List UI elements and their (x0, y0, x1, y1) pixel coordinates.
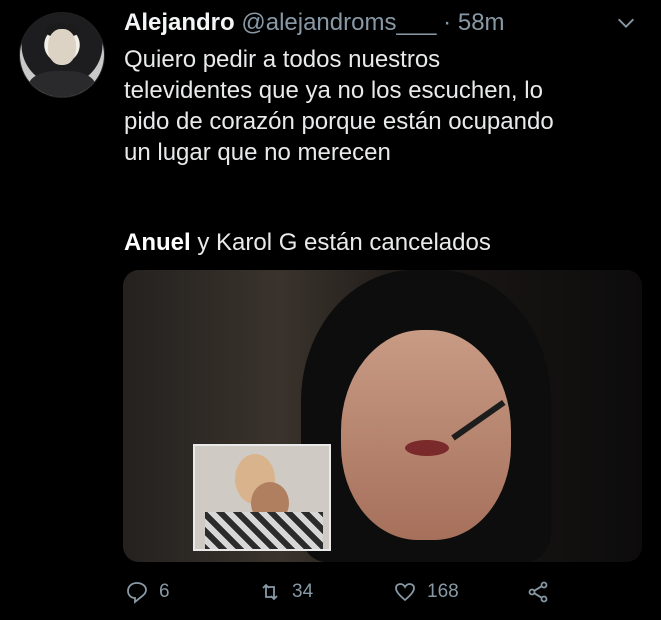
media-inset-photo (193, 444, 331, 551)
avatar-face (48, 29, 76, 65)
avatar-shirt (28, 71, 96, 97)
bold-word: Anuel (124, 229, 191, 256)
author-name[interactable]: Alejandro (124, 9, 235, 36)
separator-dot: · (443, 9, 452, 36)
tweet-text-line: televidentes que ya no los escuchen, lo (124, 77, 543, 104)
share-button[interactable] (526, 580, 550, 604)
tweet-text-line-2: Anuel y Karol G están cancelados (124, 227, 491, 258)
tweet-text-line: Quiero pedir a todos nuestros (124, 46, 441, 73)
tweet-text-line: un lugar que no merecen (124, 139, 391, 166)
tweet-body: Quiero pedir a todos nuestros televident… (124, 44, 644, 168)
author-handle[interactable]: @alejandroms___ (241, 9, 436, 36)
like-button[interactable]: 168 (393, 580, 459, 604)
chevron-down-icon[interactable] (615, 12, 637, 34)
like-count: 168 (427, 581, 459, 602)
tweet-media-image[interactable] (123, 270, 642, 562)
media-face (341, 330, 511, 540)
reply-icon (127, 582, 147, 604)
heart-icon (395, 583, 415, 602)
tweet-header: Alejandro @alejandroms___ · 58m (124, 8, 505, 38)
tweet-text-line: pido de corazón porque están ocupando (124, 108, 554, 135)
share-icon (528, 581, 548, 603)
retweet-icon (262, 583, 278, 601)
inset-shirt (205, 512, 323, 549)
avatar[interactable] (19, 12, 105, 98)
media-mouth (405, 440, 449, 456)
retweet-button[interactable]: 34 (258, 580, 313, 604)
tweet-time[interactable]: 58m (458, 9, 505, 36)
tweet-text-rest: y Karol G están cancelados (190, 229, 491, 256)
reply-count: 6 (159, 581, 170, 602)
reply-button[interactable]: 6 (125, 580, 170, 604)
retweet-count: 34 (292, 581, 314, 602)
tweet-actions: 6 34 168 (0, 580, 661, 612)
